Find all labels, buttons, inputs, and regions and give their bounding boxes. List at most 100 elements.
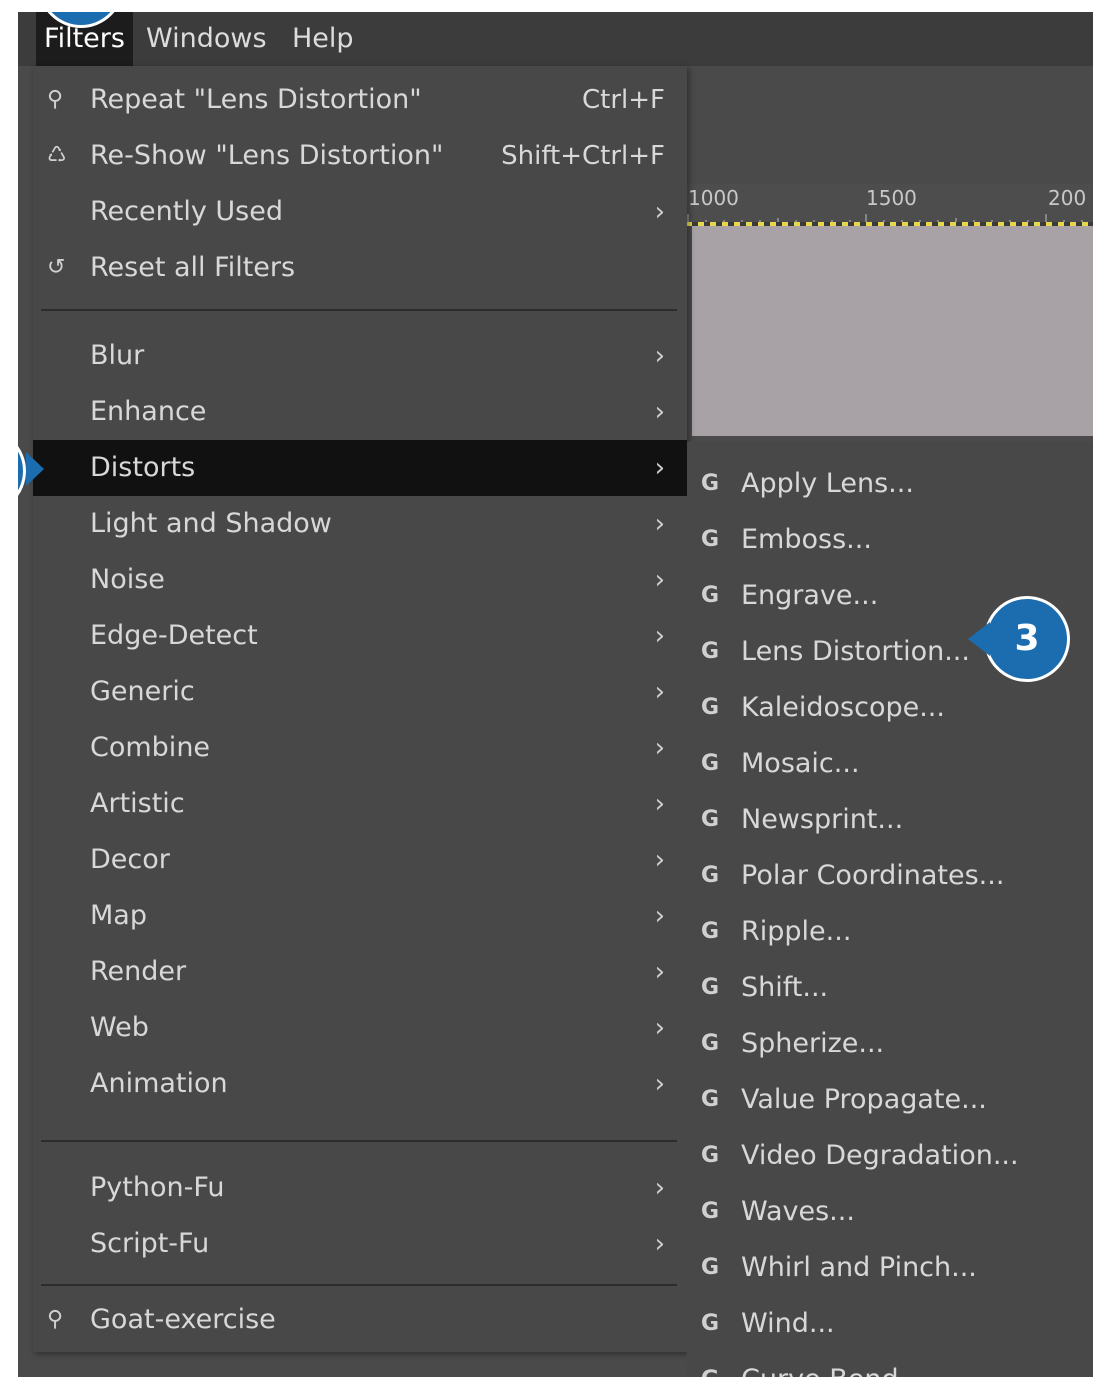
submenu-item-label: Video Degradation... bbox=[741, 1140, 1019, 1171]
submenu-item-video-degradation[interactable]: G Video Degradation... bbox=[687, 1128, 1093, 1184]
filters-menu: ⚲ Repeat "Lens Distortion" Ctrl+F ♺ Re-S… bbox=[33, 66, 687, 1352]
step-callout-2 bbox=[18, 428, 26, 514]
menu-item-distorts[interactable]: Distorts › bbox=[33, 440, 687, 496]
menu-separator bbox=[41, 1284, 677, 1286]
menu-separator bbox=[41, 1140, 677, 1142]
submenu-arrow-icon: › bbox=[654, 565, 665, 595]
submenu-item-label: Shift... bbox=[741, 972, 829, 1003]
menu-item-render[interactable]: Render › bbox=[33, 944, 687, 1000]
submenu-item-label: Value Propagate... bbox=[741, 1084, 987, 1115]
gegl-icon: G bbox=[701, 1031, 720, 1056]
image-canvas[interactable] bbox=[692, 226, 1093, 436]
menu-help[interactable]: Help bbox=[284, 12, 362, 66]
menu-item-repeat-filter[interactable]: ⚲ Repeat "Lens Distortion" Ctrl+F bbox=[33, 72, 687, 128]
submenu-item-label: Newsprint... bbox=[741, 804, 904, 835]
menu-item-label: Noise bbox=[90, 564, 165, 595]
submenu-item-apply-lens[interactable]: G Apply Lens... bbox=[687, 456, 1093, 512]
menu-item-script-fu[interactable]: Script-Fu › bbox=[33, 1216, 687, 1272]
filter-icon: ⚲ bbox=[47, 1307, 64, 1332]
gegl-icon: G bbox=[701, 527, 720, 552]
submenu-item-label: Kaleidoscope... bbox=[741, 692, 945, 723]
menu-item-blur[interactable]: Blur › bbox=[33, 328, 687, 384]
gegl-icon: G bbox=[701, 695, 720, 720]
menu-item-label: Python-Fu bbox=[90, 1172, 225, 1203]
submenu-item-label: Mosaic... bbox=[741, 748, 860, 779]
submenu-item-spherize[interactable]: G Spherize... bbox=[687, 1016, 1093, 1072]
menu-item-noise[interactable]: Noise › bbox=[33, 552, 687, 608]
menu-item-label: Web bbox=[90, 1012, 149, 1043]
submenu-item-value-propagate[interactable]: G Value Propagate... bbox=[687, 1072, 1093, 1128]
menu-windows[interactable]: Windows bbox=[138, 12, 275, 66]
ruler-label: 1000 bbox=[688, 186, 739, 210]
submenu-item-whirl-and-pinch[interactable]: G Whirl and Pinch... bbox=[687, 1240, 1093, 1296]
menu-item-map[interactable]: Map › bbox=[33, 888, 687, 944]
submenu-item-label: Waves... bbox=[741, 1196, 855, 1227]
step-callout-3: 3 bbox=[984, 596, 1070, 682]
callout-pointer-icon bbox=[26, 452, 44, 486]
submenu-item-label: Ripple... bbox=[741, 916, 852, 947]
menu-item-label: Edge-Detect bbox=[90, 620, 258, 651]
gegl-icon: G bbox=[701, 807, 720, 832]
submenu-arrow-icon: › bbox=[654, 397, 665, 427]
ruler-label: 200 bbox=[1048, 186, 1087, 210]
gegl-icon: G bbox=[701, 1087, 720, 1112]
menu-item-reshow-filter[interactable]: ♺ Re-Show "Lens Distortion" Shift+Ctrl+F bbox=[33, 128, 687, 184]
gegl-icon: G bbox=[701, 1199, 720, 1224]
horizontal-ruler[interactable]: 1000 1500 200 bbox=[686, 184, 1093, 224]
submenu-item-emboss[interactable]: G Emboss... bbox=[687, 512, 1093, 568]
menu-item-combine[interactable]: Combine › bbox=[33, 720, 687, 776]
gegl-icon: G bbox=[701, 863, 720, 888]
menu-item-light-and-shadow[interactable]: Light and Shadow › bbox=[33, 496, 687, 552]
menu-item-goat-exercise[interactable]: ⚲ Goat-exercise bbox=[33, 1292, 687, 1348]
submenu-arrow-icon: › bbox=[654, 341, 665, 371]
submenu-item-label: Polar Coordinates... bbox=[741, 860, 1005, 891]
menu-item-decor[interactable]: Decor › bbox=[33, 832, 687, 888]
submenu-item-label: Apply Lens... bbox=[741, 468, 914, 499]
gegl-icon: G bbox=[701, 751, 720, 776]
submenu-item-shift[interactable]: G Shift... bbox=[687, 960, 1093, 1016]
submenu-item-waves[interactable]: G Waves... bbox=[687, 1184, 1093, 1240]
submenu-arrow-icon: › bbox=[654, 957, 665, 987]
menu-item-recently-used[interactable]: Recently Used › bbox=[33, 184, 687, 240]
menu-item-enhance[interactable]: Enhance › bbox=[33, 384, 687, 440]
submenu-item-ripple[interactable]: G Ripple... bbox=[687, 904, 1093, 960]
menu-item-artistic[interactable]: Artistic › bbox=[33, 776, 687, 832]
submenu-arrow-icon: › bbox=[654, 453, 665, 483]
menu-item-animation[interactable]: Animation › bbox=[33, 1056, 687, 1112]
submenu-item-curve-bend[interactable]: G Curve Bend... bbox=[687, 1352, 1093, 1377]
menu-item-label: Generic bbox=[90, 676, 195, 707]
gegl-icon: G bbox=[701, 583, 720, 608]
submenu-item-polar-coordinates[interactable]: G Polar Coordinates... bbox=[687, 848, 1093, 904]
submenu-arrow-icon: › bbox=[654, 789, 665, 819]
menu-item-edge-detect[interactable]: Edge-Detect › bbox=[33, 608, 687, 664]
filter-icon: ⚲ bbox=[47, 87, 64, 112]
submenu-item-wind[interactable]: G Wind... bbox=[687, 1296, 1093, 1352]
menu-item-label: Goat-exercise bbox=[90, 1304, 276, 1335]
menu-item-web[interactable]: Web › bbox=[33, 1000, 687, 1056]
submenu-item-newsprint[interactable]: G Newsprint... bbox=[687, 792, 1093, 848]
submenu-arrow-icon: › bbox=[654, 677, 665, 707]
gimp-window: Filters Windows Help 1000 1500 200 ⚲ Rep… bbox=[18, 12, 1093, 1377]
menu-item-label: Decor bbox=[90, 844, 170, 875]
menu-item-label: Combine bbox=[90, 732, 211, 763]
menu-item-label: Enhance bbox=[90, 396, 207, 427]
submenu-item-label: Spherize... bbox=[741, 1028, 885, 1059]
menu-item-reset-filters[interactable]: ↺ Reset all Filters bbox=[33, 240, 687, 296]
menu-item-label: Blur bbox=[90, 340, 145, 371]
shortcut-label: Shift+Ctrl+F bbox=[501, 141, 665, 171]
menu-item-generic[interactable]: Generic › bbox=[33, 664, 687, 720]
menu-item-label: Re-Show "Lens Distortion" bbox=[90, 140, 444, 171]
gegl-icon: G bbox=[701, 1143, 720, 1168]
gegl-icon: G bbox=[701, 1311, 720, 1336]
submenu-arrow-icon: › bbox=[654, 1013, 665, 1043]
menu-item-label: Map bbox=[90, 900, 147, 931]
menu-item-python-fu[interactable]: Python-Fu › bbox=[33, 1160, 687, 1216]
submenu-item-kaleidoscope[interactable]: G Kaleidoscope... bbox=[687, 680, 1093, 736]
submenu-item-mosaic[interactable]: G Mosaic... bbox=[687, 736, 1093, 792]
callout-pointer-icon bbox=[968, 622, 990, 656]
submenu-arrow-icon: › bbox=[654, 1229, 665, 1259]
gegl-icon: G bbox=[701, 975, 720, 1000]
menu-item-label: Animation bbox=[90, 1068, 228, 1099]
gegl-icon: G bbox=[701, 919, 720, 944]
menu-item-label: Light and Shadow bbox=[90, 508, 332, 539]
